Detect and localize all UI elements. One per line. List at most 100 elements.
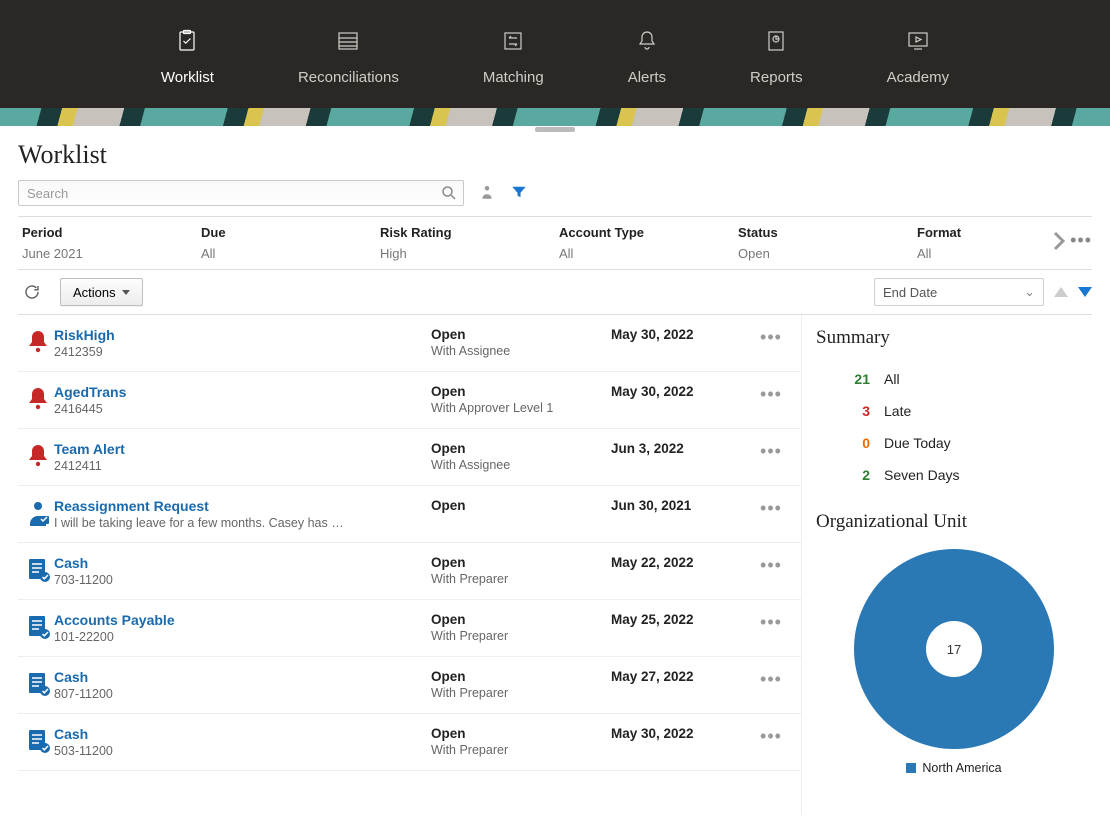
- nav-label: Reconciliations: [298, 69, 399, 86]
- collapse-handle[interactable]: [535, 127, 575, 132]
- row-status: OpenWith Preparer: [431, 555, 611, 586]
- decorative-strip: [0, 108, 1110, 126]
- sort-descending-button[interactable]: [1078, 287, 1092, 297]
- filter-value: June 2021: [22, 246, 193, 261]
- summary-count: 3: [846, 403, 870, 419]
- row-subtitle: I will be taking leave for a few months.…: [54, 516, 374, 530]
- row-title-link[interactable]: AgedTrans: [54, 384, 431, 400]
- row-title-link[interactable]: Cash: [54, 555, 431, 571]
- row-status-sub: With Preparer: [431, 743, 611, 757]
- summary-count: 21: [846, 371, 870, 387]
- clipboard-check-icon: [169, 23, 205, 59]
- actions-label: Actions: [73, 285, 116, 300]
- filter-header: Account Type: [559, 225, 730, 240]
- list-row[interactable]: Accounts Payable101-22200OpenWith Prepar…: [18, 600, 801, 657]
- assignee-filter-icon[interactable]: [478, 183, 496, 204]
- summary-item[interactable]: 3Late: [816, 395, 1092, 427]
- nav-academy[interactable]: Academy: [875, 15, 962, 94]
- summary-heading: Summary: [816, 327, 1092, 349]
- nav-label: Alerts: [628, 69, 666, 86]
- row-actions-menu[interactable]: •••: [751, 555, 791, 576]
- row-title-link[interactable]: RiskHigh: [54, 327, 431, 343]
- list-row[interactable]: Reassignment Request I will be taking lea…: [18, 486, 801, 543]
- filter-cell[interactable]: PeriodJune 2021: [18, 225, 197, 261]
- filter-header: Due: [201, 225, 372, 240]
- nav-alerts[interactable]: Alerts: [616, 15, 678, 94]
- worklist-list[interactable]: RiskHigh2412359OpenWith AssigneeMay 30, …: [18, 315, 802, 815]
- row-date: May 30, 2022: [611, 327, 751, 342]
- page-title: Worklist: [18, 140, 1092, 170]
- row-title-link[interactable]: Cash: [54, 669, 431, 685]
- list-row[interactable]: Cash503-11200OpenWith PreparerMay 30, 20…: [18, 714, 801, 771]
- summary-label: Due Today: [884, 435, 951, 451]
- row-status-sub: With Approver Level 1: [431, 401, 611, 415]
- nav-reconciliations[interactable]: Reconciliations: [286, 15, 411, 94]
- actions-dropdown[interactable]: Actions: [60, 278, 143, 306]
- summary-item[interactable]: 0 Due Today: [816, 427, 1092, 459]
- row-status-sub: With Preparer: [431, 572, 611, 586]
- summary-item[interactable]: 21All: [816, 363, 1092, 395]
- list-row[interactable]: AgedTrans 2416445 Open With Approver Level …: [18, 372, 801, 429]
- summary-item[interactable]: 2Seven Days: [816, 459, 1092, 491]
- list-row[interactable]: RiskHigh2412359OpenWith AssigneeMay 30, …: [18, 315, 801, 372]
- row-title-link[interactable]: Accounts Payable: [54, 612, 431, 628]
- row-status: Open: [431, 498, 611, 513]
- row-status: OpenWith Assignee: [431, 441, 611, 472]
- row-status-value: Open: [431, 327, 611, 342]
- report-icon: [758, 23, 794, 59]
- search-box: [18, 180, 464, 206]
- nav-label: Matching: [483, 69, 544, 86]
- row-subtitle: 101-22200: [54, 630, 374, 644]
- filter-next-arrow[interactable]: [1052, 230, 1066, 255]
- list-row[interactable]: Cash703-11200OpenWith PreparerMay 22, 20…: [18, 543, 801, 600]
- row-title-link[interactable]: Team Alert: [54, 441, 431, 457]
- row-actions-menu[interactable]: •••: [751, 669, 791, 690]
- row-date: Jun 30, 2021: [611, 498, 751, 513]
- filter-cell[interactable]: Risk RatingHigh: [376, 225, 555, 261]
- refresh-button[interactable]: [18, 278, 46, 306]
- filter-bar: PeriodJune 2021DueAllRisk RatingHighAcco…: [18, 216, 1092, 270]
- row-date: May 25, 2022: [611, 612, 751, 627]
- row-main: RiskHigh2412359: [54, 327, 431, 359]
- nav-worklist[interactable]: Worklist: [149, 15, 226, 94]
- person-icon: [22, 498, 54, 526]
- row-status: OpenWith Assignee: [431, 327, 611, 358]
- list-row[interactable]: Team Alert2412411OpenWith AssigneeJun 3,…: [18, 429, 801, 486]
- filter-cell[interactable]: DueAll: [197, 225, 376, 261]
- row-actions-menu[interactable]: •••: [751, 327, 791, 348]
- sort-ascending-button[interactable]: [1054, 287, 1068, 297]
- list-row[interactable]: Cash807-11200OpenWith PreparerMay 27, 20…: [18, 657, 801, 714]
- chevron-down-icon: ⌄: [1024, 284, 1035, 300]
- nav-reports[interactable]: Reports: [738, 15, 815, 94]
- filter-cell[interactable]: Account Type All: [555, 225, 734, 261]
- row-actions-menu[interactable]: •••: [751, 498, 791, 519]
- sort-field-select[interactable]: End Date ⌄: [874, 278, 1044, 306]
- summary-count: 0: [846, 435, 870, 451]
- filter-value: All: [559, 246, 730, 261]
- filter-cell[interactable]: StatusOpen: [734, 225, 913, 261]
- row-actions-menu[interactable]: •••: [751, 726, 791, 747]
- row-actions-menu[interactable]: •••: [751, 612, 791, 633]
- row-subtitle: 503-11200: [54, 744, 374, 758]
- nav-matching[interactable]: Matching: [471, 15, 556, 94]
- row-subtitle: 2416445: [54, 402, 374, 416]
- search-icon[interactable]: [440, 184, 458, 205]
- filter-value: Open: [738, 246, 909, 261]
- row-main: Cash807-11200: [54, 669, 431, 701]
- filter-more-icon[interactable]: •••: [1070, 230, 1092, 251]
- row-actions-menu[interactable]: •••: [751, 384, 791, 405]
- row-main: Team Alert 2412411: [54, 441, 431, 473]
- row-status-value: Open: [431, 384, 611, 399]
- row-status: OpenWith Preparer: [431, 726, 611, 757]
- org-unit-donut-chart[interactable]: 17: [854, 549, 1054, 749]
- search-input[interactable]: [18, 180, 464, 206]
- row-title-link[interactable]: Cash: [54, 726, 431, 742]
- row-subtitle: 2412411: [54, 459, 374, 473]
- row-status-sub: With Assignee: [431, 458, 611, 472]
- bell-icon: [629, 23, 665, 59]
- row-title-link[interactable]: Reassignment Request: [54, 498, 431, 514]
- org-unit-heading: Organizational Unit: [816, 511, 1092, 533]
- chart-legend-item[interactable]: North America: [906, 761, 1001, 775]
- row-actions-menu[interactable]: •••: [751, 441, 791, 462]
- filter-icon[interactable]: [510, 183, 528, 204]
